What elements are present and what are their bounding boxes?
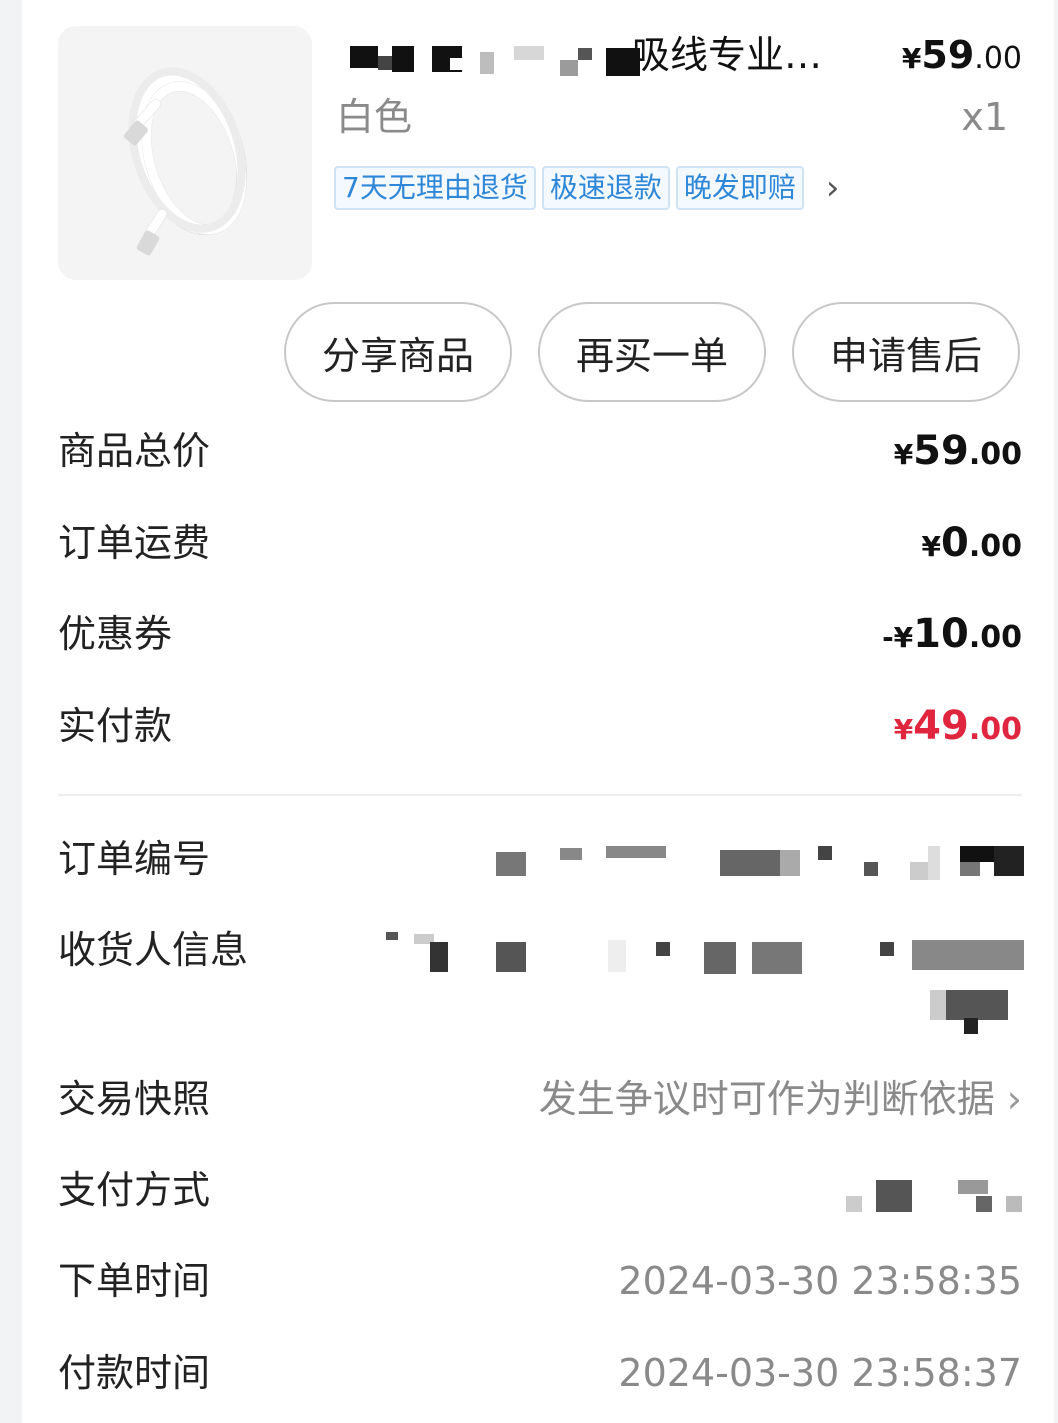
product-title: 吸线专业…: [632, 33, 823, 77]
product-variant: 白色: [336, 95, 413, 139]
section-divider: [58, 794, 1022, 796]
shipping-amount: ¥0.00: [921, 520, 1022, 566]
snapshot-link[interactable]: 发生争议时可作为判断依据 ›: [539, 1076, 1022, 1122]
tag-late-compensation: 晚发即赔: [675, 166, 804, 210]
redacted-order-number[interactable]: [490, 842, 1024, 880]
redacted-title-mosaic: [350, 42, 640, 76]
share-product-button[interactable]: 分享商品: [284, 302, 512, 402]
paid-amount: ¥49.00: [893, 703, 1022, 749]
shipping-label: 订单运费: [58, 521, 211, 565]
order-time-value: 2024-03-30 23:58:35: [618, 1259, 1022, 1303]
product-price: ¥59.00: [901, 33, 1022, 77]
service-tags[interactable]: 7天无理由退货 极速退款 晚发即赔 ›: [334, 164, 839, 212]
tag-fast-refund: 极速退款: [541, 166, 670, 210]
left-edge: [0, 0, 22, 1423]
subtotal-label: 商品总价: [58, 429, 211, 473]
coupon-amount: -¥10.00: [882, 611, 1022, 657]
order-time-label: 下单时间: [58, 1259, 211, 1303]
pay-time-label: 付款时间: [58, 1351, 211, 1395]
receiver-info-label: 收货人信息: [58, 928, 249, 972]
chevron-right-icon: ›: [1006, 1077, 1022, 1121]
redacted-receiver-info[interactable]: [386, 930, 1024, 1036]
cable-image: [124, 67, 248, 256]
product-title-row[interactable]: 吸线专业… ¥59.00: [336, 30, 1022, 82]
product-quantity: x1: [961, 95, 1008, 139]
order-number-label: 订单编号: [58, 837, 211, 881]
after-sale-button[interactable]: 申请售后: [792, 302, 1020, 402]
product-thumbnail[interactable]: [58, 26, 312, 280]
buy-again-button[interactable]: 再买一单: [538, 302, 766, 402]
snapshot-label: 交易快照: [58, 1077, 211, 1121]
payment-method-label: 支付方式: [58, 1168, 211, 1212]
coupon-label: 优惠券: [58, 612, 173, 656]
chevron-right-icon[interactable]: ›: [826, 168, 840, 208]
pay-time-value: 2024-03-30 23:58:37: [618, 1351, 1022, 1395]
paid-label: 实付款: [58, 704, 173, 748]
subtotal-amount: ¥59.00: [893, 428, 1022, 474]
redacted-payment-method: [846, 1178, 1024, 1214]
tag-7day-return: 7天无理由退货: [334, 166, 536, 210]
right-edge: [1054, 0, 1058, 1423]
